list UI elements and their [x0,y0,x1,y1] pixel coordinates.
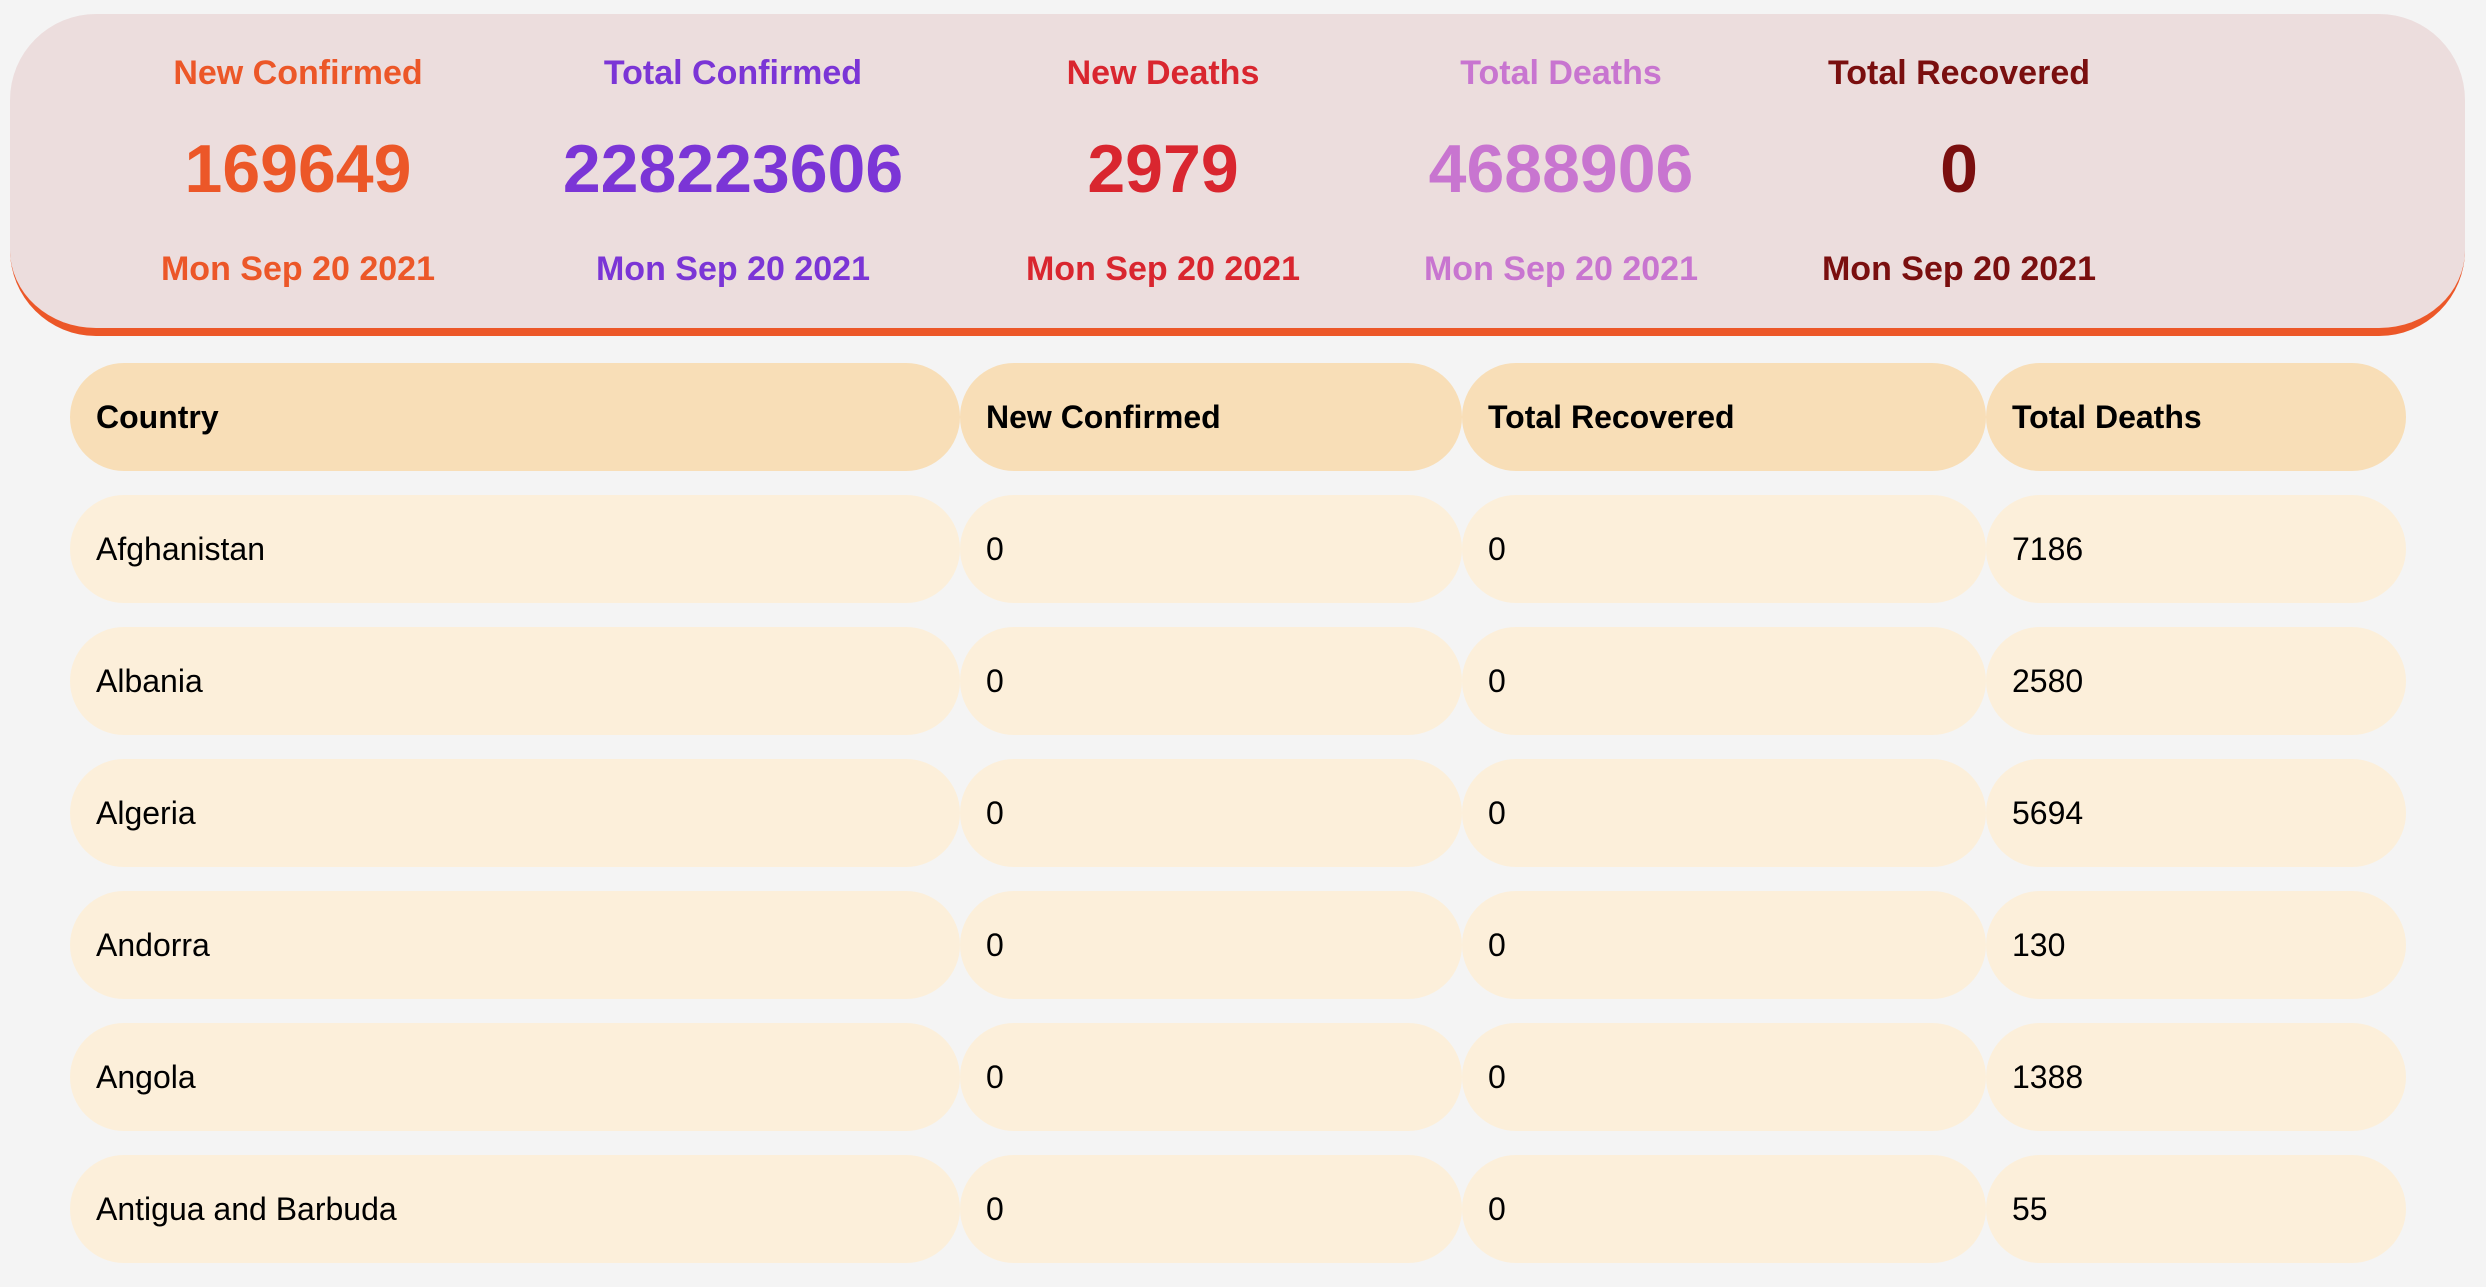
cell-total-deaths: 1388 [1986,1023,2406,1131]
stat-date: Mon Sep 20 2021 [160,250,435,288]
cell-total-recovered: 0 [1462,1155,1986,1263]
cell-total-deaths: 55 [1986,1155,2406,1263]
cell-total-recovered: 0 [1462,891,1986,999]
cell-country: Algeria [70,759,960,867]
column-header-total-deaths[interactable]: Total Deaths [1986,363,2406,471]
cell-total-deaths: 5694 [1986,759,2406,867]
cell-total-deaths: 130 [1986,891,2406,999]
table-row: Angola 0 0 1388 [70,1023,2406,1131]
stat-value: 2979 [1087,131,1239,207]
stat-date: Mon Sep 20 2021 [1423,250,1698,288]
table-row: Albania 0 0 2580 [70,627,2406,735]
cell-new-confirmed: 0 [960,495,1462,603]
country-table: Country New Confirmed Total Recovered To… [70,363,2406,1287]
stat-value: 0 [1940,131,1978,207]
cell-new-confirmed: 0 [960,759,1462,867]
cell-total-recovered: 0 [1462,495,1986,603]
column-header-country[interactable]: Country [70,363,960,471]
stat-label: New Deaths [1066,54,1260,92]
stat-date: Mon Sep 20 2021 [1025,250,1300,288]
stat-value: 228223606 [562,131,904,207]
column-header-total-recovered[interactable]: Total Recovered [1462,363,1986,471]
stat-value: 4688906 [1428,131,1694,207]
stat-date: Mon Sep 20 2021 [595,250,870,288]
cell-country: Afghanistan [70,495,960,603]
table-row: Antigua and Barbuda 0 0 55 [70,1155,2406,1263]
table-row: Afghanistan 0 0 7186 [70,495,2406,603]
stat-label: New Confirmed [173,54,423,92]
stat-label: Total Deaths [1460,54,1662,92]
stat-label: Total Confirmed [603,54,863,92]
cell-total-recovered: 0 [1462,1023,1986,1131]
cell-new-confirmed: 0 [960,1155,1462,1263]
stat-date: Mon Sep 20 2021 [1821,250,2096,288]
cell-total-recovered: 0 [1462,759,1986,867]
cell-total-deaths: 2580 [1986,627,2406,735]
stat-label: Total Recovered [1827,54,2090,92]
summary-panel: New Confirmed 169649 Mon Sep 20 2021 Tot… [10,14,2465,336]
cell-total-recovered: 0 [1462,627,1986,735]
column-header-new-confirmed[interactable]: New Confirmed [960,363,1462,471]
table-row: Andorra 0 0 130 [70,891,2406,999]
cell-country: Angola [70,1023,960,1131]
cell-country: Andorra [70,891,960,999]
cell-total-deaths: 7186 [1986,495,2406,603]
table-row: Algeria 0 0 5694 [70,759,2406,867]
cell-new-confirmed: 0 [960,891,1462,999]
cell-new-confirmed: 0 [960,627,1462,735]
cell-country: Antigua and Barbuda [70,1155,960,1263]
table-header-row: Country New Confirmed Total Recovered To… [70,363,2406,471]
cell-new-confirmed: 0 [960,1023,1462,1131]
cell-country: Albania [70,627,960,735]
stat-value: 169649 [184,131,412,207]
